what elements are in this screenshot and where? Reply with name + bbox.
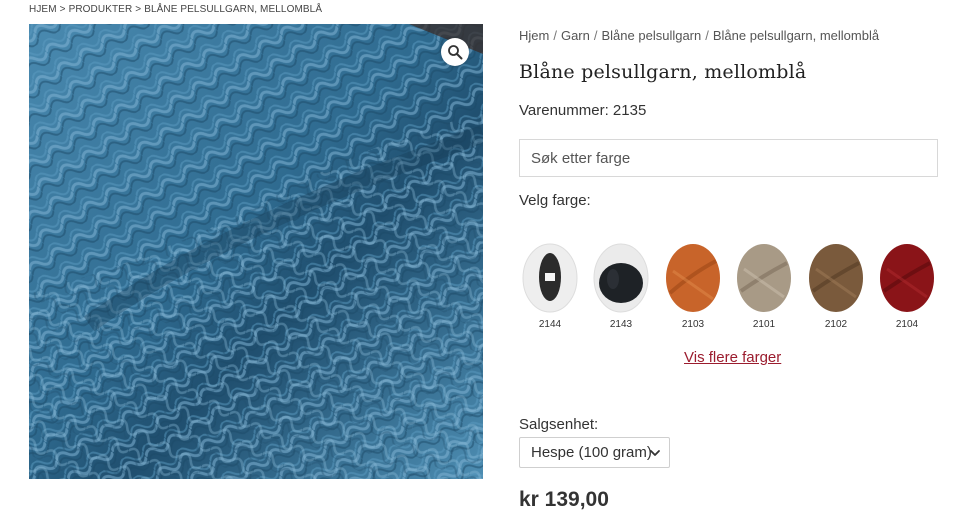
breadcrumb-separator: > [135,4,142,15]
breadcrumb: Hjem / Garn / Blåne pelsullgarn / Blåne pelsul… [519,28,879,43]
sales-unit-selected: Hespe (100 gram) [531,444,652,461]
swatch-code: 2101 [752,319,776,330]
swatch-code: 2102 [824,319,848,330]
swatch-code: 2143 [609,319,633,330]
color-swatch-2101[interactable]: 2101 [736,243,792,330]
chevron-down-icon [650,450,660,456]
breadcrumb-current: Blåne pelsullgarn, mellomblå [712,28,880,43]
show-more-colors-link[interactable]: Vis flere farger [684,349,781,366]
magnifier-icon [448,45,463,60]
breadcrumb-separator: / [705,28,709,43]
zoom-button[interactable] [441,38,469,66]
breadcrumb-home[interactable]: Hjem [519,28,549,43]
breadcrumb-separator: / [553,28,557,43]
breadcrumb-blane-pelsullgarn[interactable]: Blåne pelsullgarn [602,28,702,43]
color-search-input[interactable] [519,139,938,177]
yarn-swatch-image [880,244,934,312]
product-image[interactable] [29,24,483,479]
yarn-swatch-image [809,244,863,312]
swatch-code: 2103 [681,319,705,330]
color-swatch-2102[interactable]: 2102 [808,243,864,330]
yarn-swatch-image [666,244,720,312]
color-swatch-2143[interactable]: 2143 [593,243,649,330]
breadcrumb-garn[interactable]: Garn [561,28,590,43]
sales-unit-select[interactable]: Hespe (100 gram) [519,437,670,468]
top-breadcrumb-current: BLÅNE PELSULLGARN, MELLOMBLÅ [144,4,323,15]
color-swatch-2144[interactable]: 2144 [522,243,578,330]
color-picker-label: Velg farge: [519,192,591,209]
top-breadcrumb: HJEM > PRODUKTER > BLÅNE PELSULLGARN, MELLOM… [29,4,322,15]
swatch-code: 2104 [895,319,919,330]
sales-unit-label: Salgsenhet: [519,416,599,433]
swatch-code: 2144 [538,319,562,330]
color-swatch-2104[interactable]: 2104 [879,243,935,330]
breadcrumb-separator: > [59,4,66,15]
product-title: Blåne pelsullgarn, mellomblå [519,61,807,83]
product-sku: Varenummer: 2135 [519,102,647,119]
top-breadcrumb-home[interactable]: HJEM [29,4,57,15]
top-breadcrumb-products[interactable]: PRODUKTER [69,4,133,15]
yarn-swatch-image [737,244,791,312]
yarn-photo [29,24,483,479]
color-swatch-2103[interactable]: 2103 [665,243,721,330]
color-swatches: 2144 2143 2103 2101 2102 2104 [522,243,942,333]
yarn-swatch-image [593,243,649,313]
product-price: kr 139,00 [519,488,609,511]
breadcrumb-separator: / [593,28,598,43]
yarn-swatch-image [522,243,578,313]
